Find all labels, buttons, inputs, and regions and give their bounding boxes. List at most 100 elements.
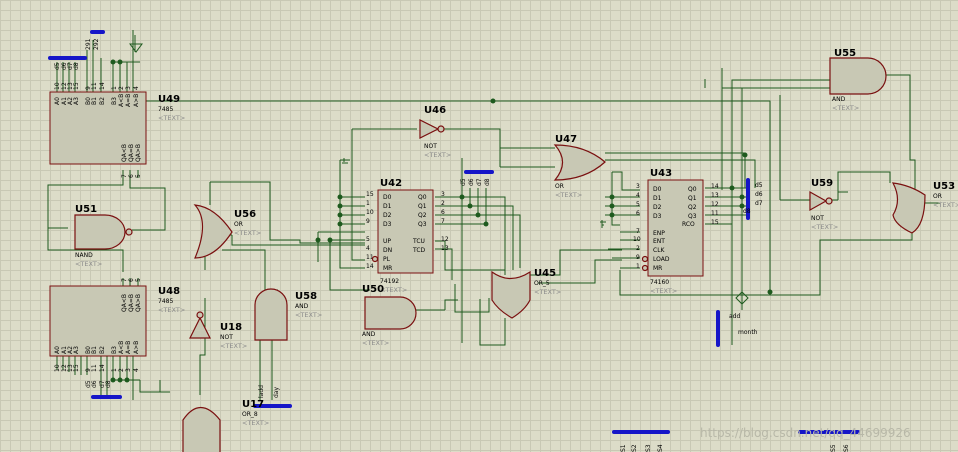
svg-text:d8: d8 [484,178,491,186]
u42-ref: U42 [380,178,402,189]
u43-counter[interactable]: U43 74160 <TEXT> D0 D1 D2 D3 ENP ENT CLK… [633,168,763,295]
svg-text:B1: B1 [91,97,98,105]
u53-text: <TEXT> [933,201,958,209]
svg-text:D0: D0 [383,194,392,201]
svg-text:14: 14 [711,183,719,190]
svg-text:Q2: Q2 [418,212,427,219]
svg-text:QA<B: QA<B [121,144,128,162]
u49-ref: U49 [158,94,180,105]
add-month-labels: add month [729,313,758,336]
svg-text:DN: DN [383,247,392,254]
svg-text:B2: B2 [99,97,106,105]
svg-text:B1: B1 [91,346,98,354]
u58-ref: U58 [295,291,317,302]
u51-type: NAND [75,252,93,259]
svg-text:7: 7 [121,278,128,282]
svg-text:S2: S2 [631,444,638,452]
u46-type: NOT [424,143,437,150]
bottom-bus-labels: S1 S2 S3 S4 S5 S6 [620,444,850,452]
u47-or-gate[interactable]: U47 OR <TEXT> [553,134,606,199]
svg-text:QA>B: QA>B [135,294,142,312]
u18-not-gate[interactable]: U18 NOT <TEXT> [189,311,247,350]
u47-type: OR [555,183,564,190]
u48-text: <TEXT> [158,306,185,314]
u43-left-pins: 3 4 5 6 7 10 2 9 1 [633,183,641,270]
svg-text:S4: S4 [657,444,664,452]
svg-text:11: 11 [91,364,98,372]
svg-text:6: 6 [128,278,135,282]
svg-text:A<B: A<B [118,341,125,354]
svg-text:ENP: ENP [653,230,665,237]
svg-text:A>B: A>B [133,94,140,107]
svg-text:7: 7 [636,228,640,235]
svg-text:S1: S1 [620,444,627,452]
svg-text:15: 15 [366,191,374,198]
u55-ref: U55 [834,48,856,59]
u58-and-gate[interactable]: U58 AND <TEXT> ladd day [254,288,322,398]
svg-text:10: 10 [54,82,61,90]
svg-text:4: 4 [366,245,370,252]
svg-text:ENT: ENT [653,238,665,245]
watermark: https://blog.csdn.net/qq_44699926 [700,426,911,440]
svg-text:5: 5 [135,174,142,178]
svg-text:5: 5 [366,236,370,243]
svg-text:291: 291 [85,38,92,50]
svg-text:1: 1 [636,263,640,270]
svg-text:LOAD: LOAD [653,256,670,263]
u51-text: <TEXT> [75,260,102,268]
svg-text:B3: B3 [111,97,118,105]
u48-comparator[interactable]: U48 7485 <TEXT> QA<B QA=B QA>B A0 A1 A2 … [49,278,185,388]
svg-text:13: 13 [711,192,719,199]
u42-bus-labels: d5 d6 d7 d8 [460,178,491,186]
svg-text:Q3: Q3 [418,221,427,228]
svg-text:292: 292 [93,38,100,50]
svg-text:4: 4 [133,86,140,90]
svg-text:2: 2 [118,86,125,90]
svg-text:B2: B2 [99,346,106,354]
u53-or-gate[interactable]: U53 OR <TEXT> [891,181,958,234]
u43-bus-labels: d5 d6 d7 d8 [743,182,763,215]
svg-text:TCD: TCD [412,247,426,254]
u45-text: <TEXT> [534,288,561,296]
svg-text:12: 12 [441,236,449,243]
svg-text:11: 11 [91,82,98,90]
u55-and-gate[interactable]: U55 AND <TEXT> [829,48,887,112]
svg-text:A=B: A=B [125,94,132,107]
u45-or-gate[interactable]: U45 OR_5 <TEXT> [491,268,561,319]
u43-type: 74160 [650,279,669,286]
u58-text: <TEXT> [295,311,322,319]
u50-text: <TEXT> [362,339,389,347]
u59-not-gate[interactable]: U59 NOT <TEXT> [809,178,838,231]
svg-text:Q1: Q1 [418,203,427,210]
u53-type: OR [933,193,942,200]
u43-text: <TEXT> [650,287,677,295]
svg-text:Q0: Q0 [688,186,697,193]
svg-text:A<B: A<B [118,94,125,107]
u17-bus-day: day [273,387,280,398]
svg-text:d8: d8 [73,62,80,70]
svg-text:14: 14 [99,364,106,372]
svg-text:A0: A0 [54,346,61,354]
svg-text:TCU: TCU [412,238,425,245]
u45-ref: U45 [534,268,556,279]
svg-text:d6: d6 [468,178,475,186]
svg-text:1: 1 [111,368,118,372]
u59-text: <TEXT> [811,223,838,231]
u42-counter[interactable]: U42 7 4 1 9 2 <TEXT> D0 D1 D2 D3 UP DN PL MR… [366,178,491,294]
svg-text:A=B: A=B [125,341,132,354]
svg-text:B3: B3 [111,346,118,354]
svg-text:5: 5 [135,278,142,282]
svg-text:MR: MR [653,265,662,272]
wires [47,30,940,400]
u17-type: OR_8 [242,411,258,418]
svg-text:S5: S5 [830,444,837,452]
buses [48,30,860,434]
u46-not-gate[interactable]: U46 NOT <TEXT> [419,105,451,159]
schematic-canvas[interactable]: U49 7485 <TEXT> A0 A1 A2 A3 B0 B1 B2 B3 … [0,0,958,452]
svg-text:14: 14 [99,82,106,90]
svg-text:6: 6 [128,174,135,178]
u17-or-gate[interactable]: U17 OR_8 <TEXT> [182,399,269,452]
u18-text: <TEXT> [220,342,247,350]
svg-text:3: 3 [125,368,132,372]
svg-text:14: 14 [366,263,374,270]
